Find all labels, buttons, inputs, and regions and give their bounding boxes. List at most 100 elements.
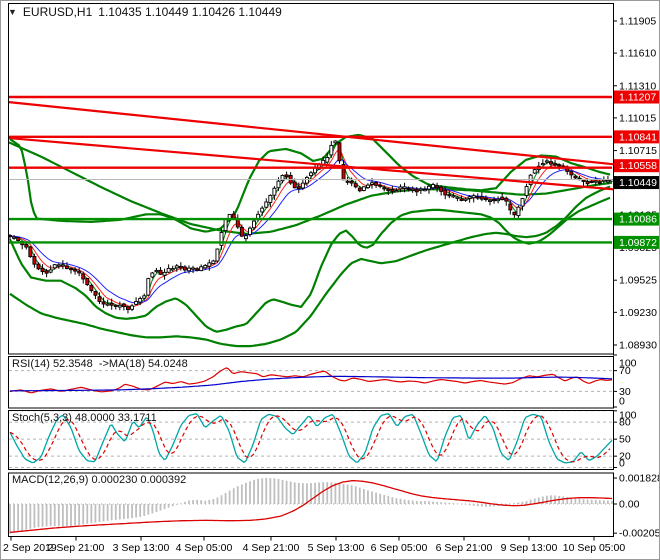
chart-symbol-period: EURUSD,H1 [22,5,93,19]
candle-body [455,196,460,199]
rsi-tick-label: 70 [619,365,631,377]
candle-body [150,272,155,278]
rsi-ma-line [10,375,613,392]
candle-body [479,196,484,200]
price-tick-label: 1.08930 [619,340,657,352]
macd-tick-label: 0.001828 [619,473,660,485]
macd-indicator-label: MACD(12,26,9) 0.000230 0.000392 [12,474,187,486]
candle-body [357,187,362,192]
time-axis-label: 6 Sep 21:00 [436,542,493,554]
candle-body [260,207,265,213]
candle-body [126,306,130,310]
candle-body [117,304,122,308]
candle-body [345,180,350,183]
candle-body [32,256,37,265]
price-badge-label: 1.09872 [619,237,657,249]
candle-body [378,184,383,187]
macd-tick-label: -0.002055 [619,528,660,540]
candle-body [516,206,521,217]
candle-body [553,163,558,166]
candle-body [16,236,21,241]
candle-body [304,176,309,184]
time-axis-label: 4 Sep 05:00 [176,542,233,554]
candle-body [28,246,33,258]
candle-body [199,266,204,272]
candle-body [113,304,118,307]
candle-body [349,180,354,184]
candle-body [390,189,395,192]
candle-body [93,291,98,296]
candle-body [374,182,379,186]
candle-body [134,301,139,305]
candle-body [471,195,476,199]
rsi-main-line [9,367,613,394]
candle-body [365,184,370,189]
rsi-indicator-label: RSI(14) 52.3548 ->MA(18) 54.0248 [12,358,188,370]
candle-body [60,264,65,267]
price-badge-label: 1.10558 [619,160,657,172]
time-axis-label: 9 Sep 13:00 [501,542,558,554]
candle-body [370,182,374,185]
candle-body [268,194,273,203]
candle-body [597,181,602,184]
price-tick-label: 1.09230 [619,307,657,319]
candle-body [475,196,480,199]
price-badge-label: 1.11207 [619,91,656,103]
candle-body [504,197,509,202]
candle-body [12,236,17,239]
chart-menu-icon[interactable]: ▼ [8,7,17,17]
candle-body [211,260,216,264]
candle-body [329,144,334,156]
candle-body [549,161,553,165]
candle-body [174,265,179,269]
candle-body [467,196,472,199]
candle-body [52,264,57,269]
candle-body [81,273,86,280]
candle-body [524,186,529,197]
chart-window: 1.11905 1.11610 1.11310 1.11015 1.10715 1.104… [0,0,660,560]
candle-body [557,164,562,167]
chart-ohlc-values: 1.10435 1.10449 1.10426 1.10449 [98,5,282,19]
candle-body [252,220,257,229]
candle-body [382,187,387,190]
candle-body [422,189,427,192]
candle-body [207,262,212,267]
candle-body [48,269,53,273]
candle-body [101,301,106,305]
candle-body [284,174,289,178]
candle-body [36,263,41,270]
candle-body [195,268,200,271]
time-axis-label: 3 Sep 13:00 [113,542,170,554]
candle-body [56,264,61,267]
candle-body [398,186,403,190]
candle-body [410,188,415,191]
candle-body [182,266,187,271]
candle-body [439,186,444,192]
candle-body [488,199,492,202]
candle-body [447,194,452,197]
candle-body [496,198,501,202]
candle-body [483,197,488,201]
candle-body [97,296,102,302]
candle-body [532,169,537,174]
candle-body [459,198,464,201]
candle-body [443,189,448,196]
time-axis-label: 4 Sep 21:00 [243,542,300,554]
candle-body [223,218,228,232]
candle-body [427,185,431,190]
candle-body [333,140,338,144]
candle-body [520,198,525,207]
candle-body [418,188,423,191]
candle-body [109,302,114,306]
candle-body [69,268,73,271]
candle-body [296,186,301,189]
candle-body [361,186,366,191]
candle-body [187,267,191,272]
price-tick-label: 1.09525 [619,275,657,287]
candle-body [276,180,281,189]
candle-body [414,189,419,193]
candle-body [73,269,78,272]
candle-body [166,267,171,273]
time-axis-label: 6 Sep 05:00 [371,542,428,554]
candle-body [292,181,297,189]
